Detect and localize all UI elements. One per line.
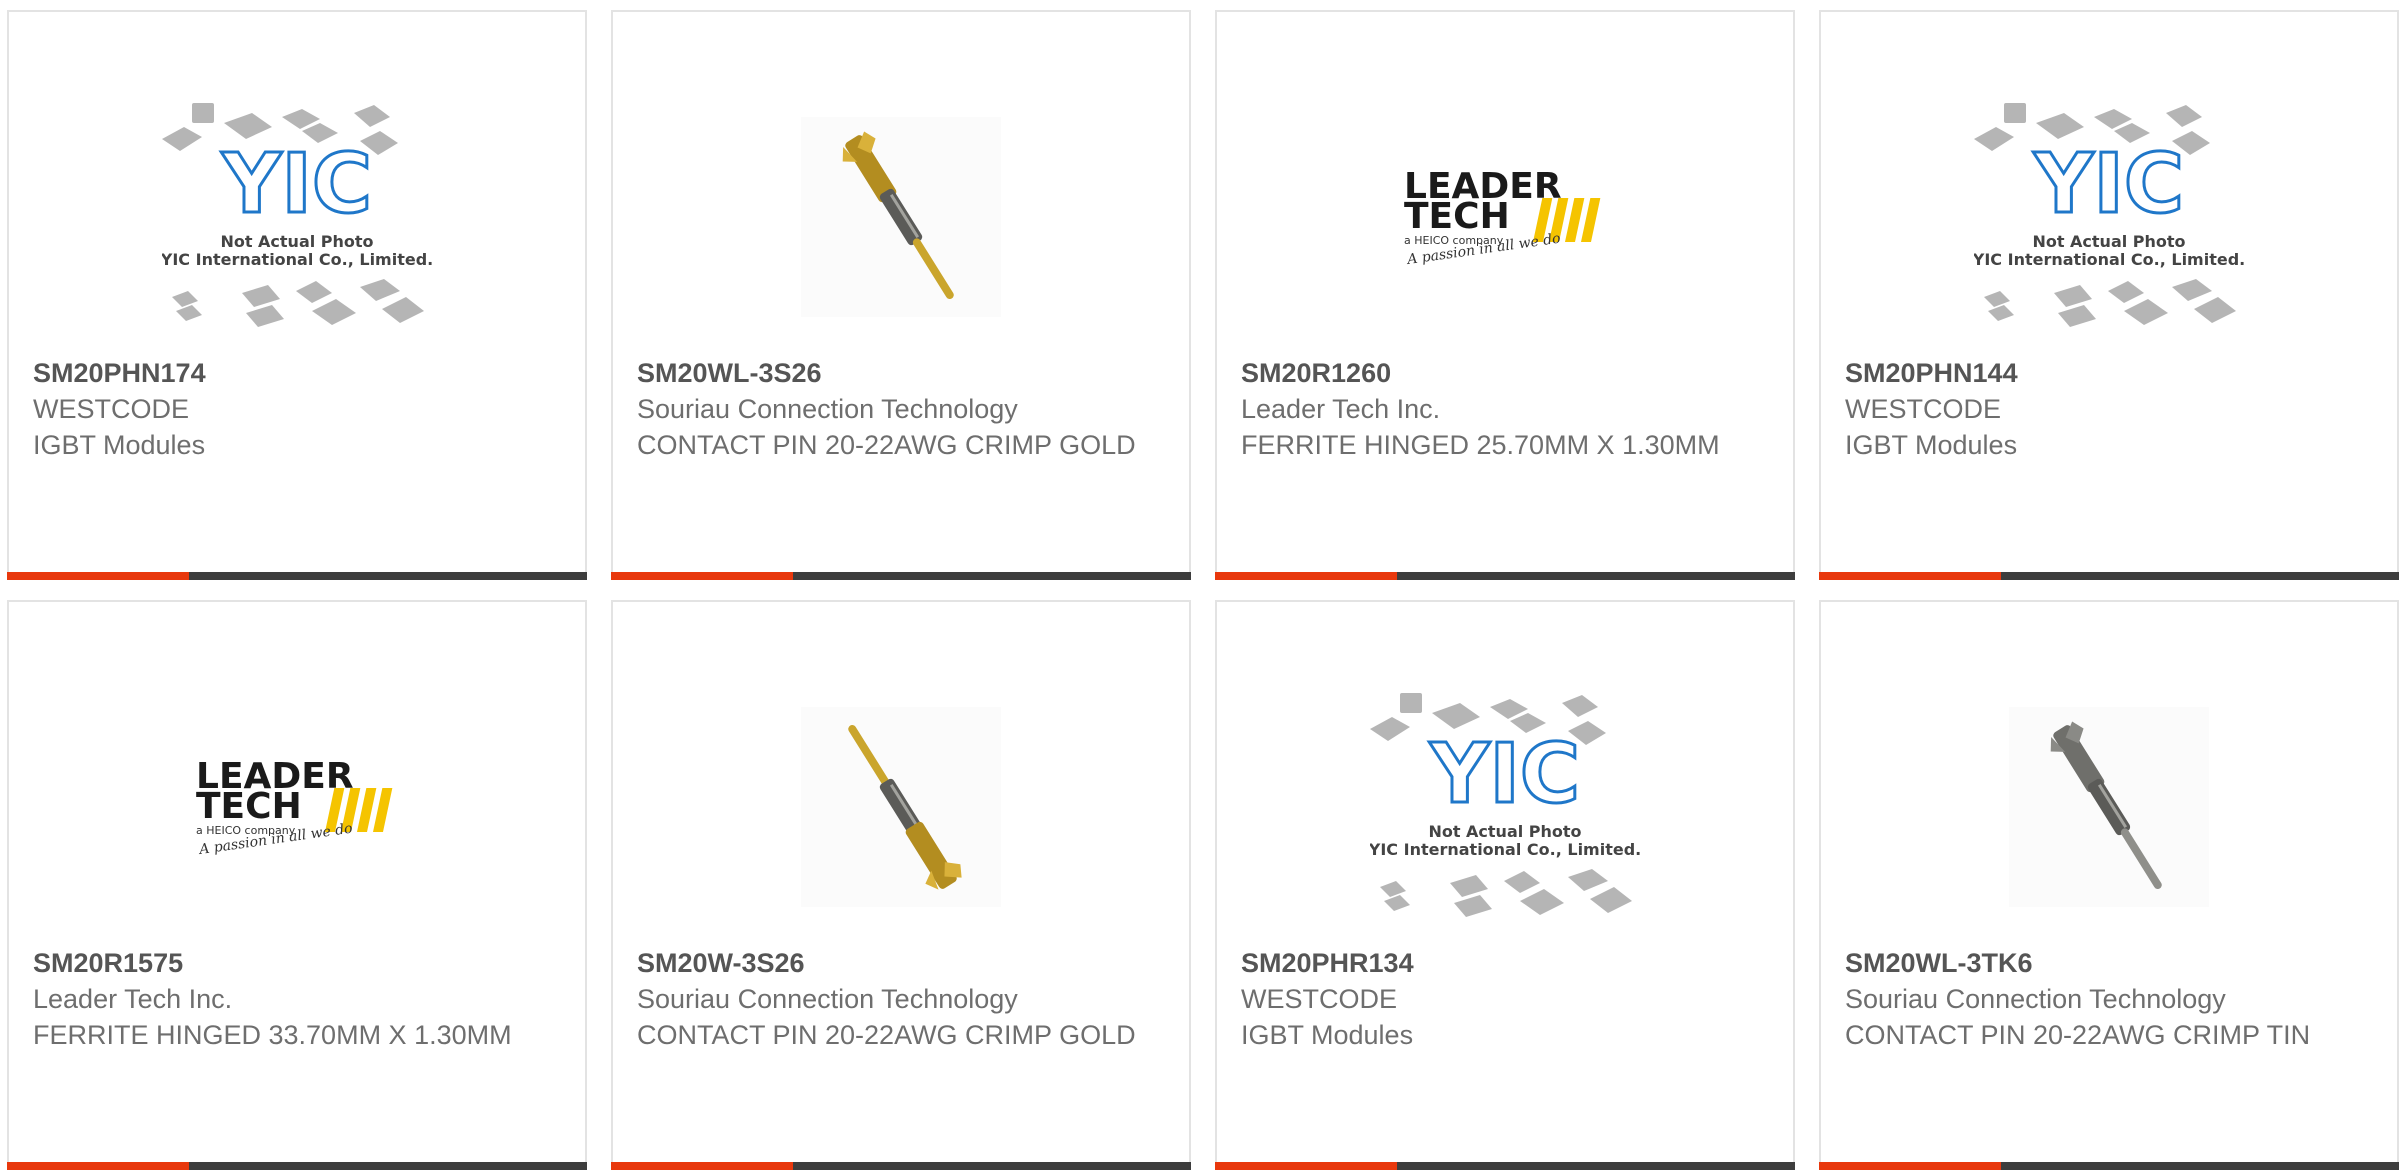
product-description: FERRITE HINGED 33.70MM X 1.30MM [33,1020,512,1050]
card-accent-bar [611,1162,793,1170]
manufacturer-name: WESTCODE [1241,984,1398,1014]
card-footer-bar [611,1162,1191,1170]
svg-text:Not Actual Photo: Not Actual Photo [1428,822,1581,841]
product-info: SM20PHN144 WESTCODE IGBT Modules [1845,355,2373,463]
svg-text:Not Actual Photo: Not Actual Photo [2032,232,2185,251]
card-footer-bar [611,572,1191,580]
product-description: CONTACT PIN 20-22AWG CRIMP TIN [1845,1020,2311,1050]
yic-placeholder-icon: YIC Not Actual Photo YIC International C… [162,103,432,327]
svg-text:YIC: YIC [221,137,372,232]
product-description: IGBT Modules [1241,1020,1414,1050]
product-image[interactable]: LEADER TECH a HEICO company A passion in… [9,672,585,942]
svg-text:YIC International Co., Limited: YIC International Co., Limited. [1370,840,1640,859]
product-card[interactable]: YIC Not Actual Photo YIC International C… [1819,10,2399,580]
product-image[interactable]: YIC Not Actual Photo YIC International C… [1217,672,1793,942]
card-footer-bar [7,572,587,580]
yic-placeholder-icon: YIC Not Actual Photo YIC International C… [1974,103,2244,327]
card-footer-bar [1819,572,2399,580]
product-info: SM20WL-3TK6 Souriau Connection Technolog… [1845,945,2373,1053]
product-info: SM20PHN174 WESTCODE IGBT Modules [33,355,561,463]
product-info: SM20R1260 Leader Tech Inc. FERRITE HINGE… [1241,355,1769,463]
contact-pin-icon [801,117,1001,317]
contact-pin-icon [2009,707,2209,907]
card-accent-bar [1819,572,2001,580]
part-number[interactable]: SM20PHN174 [33,358,206,388]
manufacturer-name: Souriau Connection Technology [1845,984,2226,1014]
product-card[interactable]: YIC Not Actual Photo YIC International C… [1215,600,1795,1170]
card-accent-bar [1215,572,1397,580]
card-accent-bar [611,572,793,580]
part-number[interactable]: SM20PHR134 [1241,948,1414,978]
product-info: SM20WL-3S26 Souriau Connection Technolog… [637,355,1165,463]
svg-text:YIC International Co., Limited: YIC International Co., Limited. [1974,250,2244,269]
svg-text:TECH: TECH [196,786,302,827]
part-number[interactable]: SM20WL-3TK6 [1845,948,2033,978]
product-card[interactable]: LEADER TECH a HEICO company A passion in… [1215,10,1795,580]
product-description: IGBT Modules [1845,430,2018,460]
product-card[interactable]: SM20WL-3TK6 Souriau Connection Technolog… [1819,600,2399,1170]
product-description: CONTACT PIN 20-22AWG CRIMP GOLD [637,430,1136,460]
part-number[interactable]: SM20W-3S26 [637,948,805,978]
leadertech-logo-icon: LEADER TECH a HEICO company A passion in… [1404,166,1601,268]
svg-text:YIC International Co., Limited: YIC International Co., Limited. [162,250,432,269]
product-info: SM20PHR134 WESTCODE IGBT Modules [1241,945,1769,1053]
part-number[interactable]: SM20PHN144 [1845,358,2018,388]
part-number[interactable]: SM20R1575 [33,948,183,978]
manufacturer-name: Souriau Connection Technology [637,984,1018,1014]
card-footer-bar [1215,572,1795,580]
manufacturer-name: Souriau Connection Technology [637,394,1018,424]
card-footer-bar [7,1162,587,1170]
card-accent-bar [7,1162,189,1170]
product-card[interactable]: SM20WL-3S26 Souriau Connection Technolog… [611,10,1191,580]
product-description: FERRITE HINGED 25.70MM X 1.30MM [1241,430,1720,460]
product-description: IGBT Modules [33,430,206,460]
leadertech-logo-icon: LEADER TECH a HEICO company A passion in… [196,756,393,858]
product-image[interactable]: LEADER TECH a HEICO company A passion in… [1217,82,1793,352]
manufacturer-name: Leader Tech Inc. [1241,394,1441,424]
product-image[interactable]: YIC Not Actual Photo YIC International C… [1821,82,2397,352]
product-image[interactable]: YIC Not Actual Photo YIC International C… [9,82,585,352]
product-card[interactable]: YIC Not Actual Photo YIC International C… [7,10,587,580]
card-accent-bar [7,572,189,580]
card-accent-bar [1819,1162,2001,1170]
product-info: SM20W-3S26 Souriau Connection Technology… [637,945,1165,1053]
product-card[interactable]: LEADER TECH a HEICO company A passion in… [7,600,587,1170]
svg-text:YIC: YIC [2033,137,2184,232]
product-description: CONTACT PIN 20-22AWG CRIMP GOLD [637,1020,1136,1050]
svg-text:TECH: TECH [1404,196,1510,237]
product-grid: YIC Not Actual Photo YIC International C… [7,10,2399,1170]
contact-pin-icon [801,707,1001,907]
product-image[interactable] [613,82,1189,352]
card-footer-bar [1215,1162,1795,1170]
part-number[interactable]: SM20R1260 [1241,358,1391,388]
svg-text:Not Actual Photo: Not Actual Photo [220,232,373,251]
card-accent-bar [1215,1162,1397,1170]
yic-placeholder-icon: YIC Not Actual Photo YIC International C… [1370,693,1640,917]
manufacturer-name: WESTCODE [1845,394,2002,424]
part-number[interactable]: SM20WL-3S26 [637,358,822,388]
svg-text:YIC: YIC [1429,727,1580,822]
product-card[interactable]: SM20W-3S26 Souriau Connection Technology… [611,600,1191,1170]
card-footer-bar [1819,1162,2399,1170]
manufacturer-name: Leader Tech Inc. [33,984,233,1014]
manufacturer-name: WESTCODE [33,394,190,424]
product-image[interactable] [1821,672,2397,942]
product-info: SM20R1575 Leader Tech Inc. FERRITE HINGE… [33,945,561,1053]
product-image[interactable] [613,672,1189,942]
